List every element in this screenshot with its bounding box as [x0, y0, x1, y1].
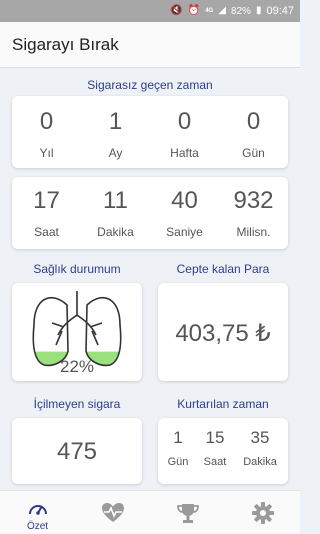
saved-days: 1 Gün	[162, 428, 194, 468]
elapsed-seconds-value: 40	[171, 187, 198, 214]
elapsed-years-label: Yıl	[39, 146, 54, 160]
saved-minutes: 35 Dakika	[236, 428, 284, 468]
saved-minutes-value: 35	[250, 428, 270, 447]
saved-hours-label: Saat	[203, 456, 227, 468]
money-title: Cepte kalan Para	[176, 262, 270, 276]
cigarettes-card[interactable]: 475	[12, 418, 142, 484]
elapsed-card-top: 0 Yıl 1 Ay 0 Hafta 0 Gün	[12, 96, 288, 168]
saved-hours-value: 15	[205, 428, 225, 447]
saved-time-title: Kurtarılan zaman	[177, 397, 269, 411]
nav-achievements[interactable]	[150, 491, 225, 534]
clock: 09:47	[266, 5, 294, 17]
elapsed-seconds-label: Saniye	[166, 225, 203, 239]
nav-settings[interactable]	[225, 491, 300, 534]
app-title: Sigarayı Bırak	[12, 34, 119, 54]
app-bar: Sigarayı Bırak	[0, 22, 300, 68]
cigarettes-title: İçilmeyen sigara	[33, 397, 121, 411]
elapsed-seconds: 40 Saniye	[150, 187, 219, 239]
elapsed-days: 0 Gün	[219, 108, 288, 160]
saved-time-card[interactable]: 1 Gün 15 Saat 35 Dakika	[158, 418, 288, 484]
health-title: Sağlık durumum	[33, 262, 121, 276]
elapsed-years: 0 Yıl	[12, 108, 81, 160]
battery-percent: 82%	[230, 5, 251, 17]
bottom-navigation: Özet	[0, 490, 300, 534]
status-bar: 🔇 ⏰ 4G ◢ 82% ▮ 09:47	[0, 0, 300, 22]
saved-days-label: Gün	[167, 456, 189, 468]
elapsed-hours-label: Saat	[34, 225, 59, 239]
elapsed-weeks: 0 Hafta	[150, 108, 219, 160]
elapsed-title: Sigarasız geçen zaman	[87, 78, 213, 92]
elapsed-card-bottom: 17 Saat 11 Dakika 40 Saniye 932 Milisn.	[12, 177, 288, 249]
network-indicator: 4G	[205, 8, 214, 14]
elapsed-weeks-value: 0	[177, 108, 192, 135]
elapsed-hours: 17 Saat	[12, 187, 81, 239]
health-card[interactable]: 22%	[12, 283, 142, 381]
elapsed-months-label: Ay	[108, 146, 123, 160]
elapsed-milliseconds-value: 932	[233, 187, 274, 214]
alarm-icon: ⏰	[187, 5, 201, 16]
cigarettes-value: 475	[56, 438, 98, 465]
trophy-icon	[176, 504, 199, 523]
elapsed-years-value: 0	[39, 108, 54, 135]
elapsed-milliseconds-label: Milisn.	[236, 225, 271, 239]
health-percent: 22%	[59, 357, 95, 376]
elapsed-days-value: 0	[246, 108, 261, 135]
elapsed-minutes: 11 Dakika	[81, 187, 150, 239]
saved-minutes-label: Dakika	[243, 456, 277, 468]
nav-health[interactable]	[75, 491, 150, 534]
signal-icon: ◢	[218, 5, 226, 16]
gear-icon	[251, 502, 274, 524]
money-value: 403,75 ₺	[175, 320, 271, 347]
saved-hours: 15 Saat	[198, 428, 232, 468]
mute-icon: 🔇	[170, 5, 183, 16]
speedometer-icon	[28, 505, 47, 515]
heart-pulse-icon	[101, 503, 124, 522]
nav-summary[interactable]: Özet	[0, 491, 75, 534]
nav-summary-label: Özet	[26, 521, 49, 532]
battery-icon: ▮	[255, 5, 262, 16]
elapsed-months: 1 Ay	[81, 108, 150, 160]
elapsed-minutes-value: 11	[103, 187, 128, 214]
elapsed-months-value: 1	[108, 108, 123, 135]
saved-days-value: 1	[173, 428, 183, 447]
elapsed-days-label: Gün	[242, 146, 265, 160]
elapsed-weeks-label: Hafta	[170, 146, 199, 160]
elapsed-hours-value: 17	[33, 187, 60, 214]
money-card[interactable]: 403,75 ₺	[158, 283, 288, 381]
elapsed-milliseconds: 932 Milisn.	[219, 187, 288, 239]
elapsed-minutes-label: Dakika	[97, 225, 134, 239]
